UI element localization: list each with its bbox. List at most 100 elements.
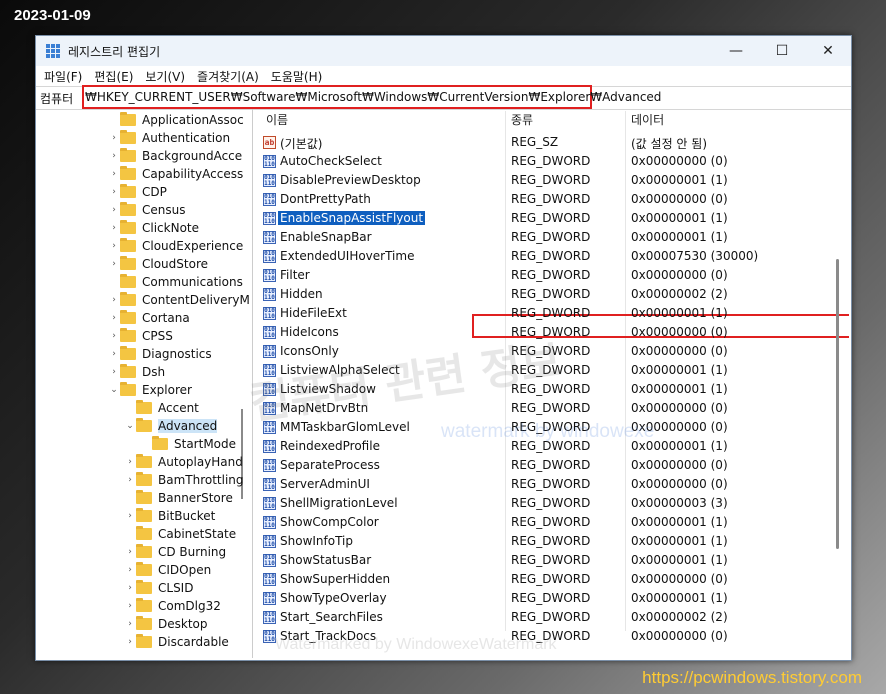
chevron-right-icon[interactable]: ›: [124, 565, 136, 575]
value-row[interactable]: 010 110 AutoCheckSelect REG_DWORD 0x0000000…: [258, 152, 849, 171]
value-type: REG_DWORD: [511, 496, 591, 510]
chevron-right-icon[interactable]: ›: [108, 259, 120, 269]
tree-item[interactable]: › AutoplayHand: [124, 453, 243, 471]
tree-item[interactable]: › CDP: [108, 183, 167, 201]
tree-item[interactable]: › CPSS: [108, 327, 173, 345]
chevron-right-icon[interactable]: ›: [108, 151, 120, 161]
value-name: ShellMigrationLevel: [280, 496, 398, 510]
binary-value-icon: 010 110: [263, 193, 276, 206]
tree-item[interactable]: › Desktop: [124, 615, 208, 633]
chevron-right-icon[interactable]: ›: [124, 475, 136, 485]
value-row[interactable]: 010 110 ShowTypeOverlay REG_DWORD 0x0000000…: [258, 589, 849, 608]
chevron-down-icon[interactable]: ⌄: [124, 421, 136, 431]
binary-value-icon: 010 110: [263, 174, 276, 187]
value-row[interactable]: 010 110 ShellMigrationLevel REG_DWORD 0x000…: [258, 494, 849, 513]
chevron-right-icon[interactable]: ›: [124, 601, 136, 611]
chevron-right-icon[interactable]: ›: [124, 457, 136, 467]
tree-item-label: ContentDeliveryM: [142, 293, 250, 307]
value-row[interactable]: 010 110 ShowSuperHidden REG_DWORD 0x0000000…: [258, 570, 849, 589]
minimize-button[interactable]: —: [713, 36, 759, 66]
menu-edit[interactable]: 편집(E): [94, 68, 133, 85]
tree-item[interactable]: › CloudStore: [108, 255, 208, 273]
chevron-right-icon[interactable]: ›: [108, 241, 120, 251]
chevron-right-icon[interactable]: ›: [108, 169, 120, 179]
key-tree-pane[interactable]: ApplicationAssoc › Authentication › Backgrou…: [36, 109, 253, 658]
tree-item[interactable]: › ClickNote: [108, 219, 199, 237]
binary-value-icon: 010 110: [263, 288, 276, 301]
tree-item[interactable]: › Census: [108, 201, 185, 219]
tree-item[interactable]: Communications: [108, 273, 243, 291]
tree-item[interactable]: › BitBucket: [124, 507, 215, 525]
column-header-type[interactable]: 종류: [511, 109, 533, 129]
tree-item[interactable]: ⌄ Explorer: [108, 381, 192, 399]
tree-item[interactable]: › CLSID: [124, 579, 193, 597]
chevron-right-icon[interactable]: ›: [108, 295, 120, 305]
value-row[interactable]: 010 110 Hidden REG_DWORD 0x00000002 (2): [258, 285, 849, 304]
tree-item[interactable]: › BackgroundAcce: [108, 147, 242, 165]
tree-item[interactable]: › CIDOpen: [124, 561, 211, 579]
folder-icon: [136, 508, 152, 522]
tree-item[interactable]: BannerStore: [124, 489, 233, 507]
column-header-data[interactable]: 데이터: [631, 109, 664, 129]
value-row[interactable]: 010 110 ExtendedUIHoverTime REG_DWORD 0x000…: [258, 247, 849, 266]
tree-item[interactable]: › CapabilityAccess: [108, 165, 243, 183]
menu-help[interactable]: 도움말(H): [271, 68, 323, 85]
value-row[interactable]: 010 110 DisablePreviewDesktop REG_DWORD 0x0…: [258, 171, 849, 190]
tree-item[interactable]: StartMode: [140, 435, 236, 453]
value-row[interactable]: 010 110 ShowCompColor REG_DWORD 0x00000001 …: [258, 513, 849, 532]
tree-item[interactable]: CabinetState: [124, 525, 236, 543]
value-row[interactable]: 010 110 EnableSnapBar REG_DWORD 0x00000001 …: [258, 228, 849, 247]
value-row[interactable]: 010 110 DontPrettyPath REG_DWORD 0x00000000…: [258, 190, 849, 209]
chevron-right-icon[interactable]: ›: [124, 637, 136, 647]
tree-item[interactable]: › CD Burning: [124, 543, 226, 561]
tree-item[interactable]: › Dsh: [108, 363, 165, 381]
menu-view[interactable]: 보기(V): [145, 68, 185, 85]
value-row[interactable]: 010 110 ServerAdminUI REG_DWORD 0x00000000 …: [258, 475, 849, 494]
column-header-name[interactable]: 이름: [266, 109, 288, 129]
registry-editor-icon: [46, 44, 60, 58]
chevron-right-icon[interactable]: ›: [108, 205, 120, 215]
maximize-button[interactable]: ☐: [759, 36, 805, 66]
chevron-right-icon[interactable]: ›: [124, 619, 136, 629]
chevron-right-icon[interactable]: ›: [124, 583, 136, 593]
value-row[interactable]: 010 110 SeparateProcess REG_DWORD 0x0000000…: [258, 456, 849, 475]
tree-item[interactable]: › CloudExperience: [108, 237, 243, 255]
value-row[interactable]: ab (기본값) REG_SZ (값 설정 안 됨): [258, 133, 849, 152]
chevron-right-icon[interactable]: ›: [108, 349, 120, 359]
menu-favorites[interactable]: 즐겨찾기(A): [197, 68, 259, 85]
tree-item[interactable]: › ContentDeliveryM: [108, 291, 250, 309]
value-data: 0x00000001 (1): [631, 534, 728, 548]
chevron-right-icon[interactable]: ›: [124, 547, 136, 557]
tree-item[interactable]: › ComDlg32: [124, 597, 221, 615]
tree-item[interactable]: › BamThrottling: [124, 471, 244, 489]
tree-item[interactable]: ⌄ Advanced: [124, 417, 218, 435]
chevron-right-icon[interactable]: ›: [108, 367, 120, 377]
chevron-right-icon[interactable]: ›: [108, 331, 120, 341]
close-button[interactable]: ✕: [805, 36, 851, 66]
value-row[interactable]: 010 110 Start_SearchFiles REG_DWORD 0x00000…: [258, 608, 849, 627]
address-path[interactable]: ₩HKEY_CURRENT_USER₩Software₩Microsoft₩Wi…: [82, 85, 661, 109]
value-row[interactable]: 010 110 Filter REG_DWORD 0x00000000 (0): [258, 266, 849, 285]
chevron-right-icon[interactable]: ›: [108, 133, 120, 143]
value-name: SeparateProcess: [280, 458, 380, 472]
binary-value-icon: 010 110: [263, 611, 276, 624]
tree-item[interactable]: › Cortana: [108, 309, 190, 327]
tree-item[interactable]: Accent: [124, 399, 199, 417]
chevron-right-icon[interactable]: ›: [108, 313, 120, 323]
tree-item[interactable]: ApplicationAssoc: [108, 111, 244, 129]
value-row[interactable]: 010 110 ShowStatusBar REG_DWORD 0x00000001 …: [258, 551, 849, 570]
value-row[interactable]: 010 110 ShowInfoTip REG_DWORD 0x00000001 (1…: [258, 532, 849, 551]
chevron-right-icon[interactable]: ›: [108, 187, 120, 197]
chevron-down-icon[interactable]: ⌄: [108, 385, 120, 395]
chevron-right-icon[interactable]: ›: [124, 511, 136, 521]
binary-value-icon: 010 110: [263, 497, 276, 510]
tree-item[interactable]: › Discardable: [124, 633, 229, 651]
tree-item[interactable]: › Authentication: [108, 129, 230, 147]
binary-value-icon: 010 110: [263, 269, 276, 282]
address-bar[interactable]: 컴퓨터 ₩HKEY_CURRENT_USER₩Software₩Microsof…: [36, 85, 851, 110]
tree-item[interactable]: › Diagnostics: [108, 345, 212, 363]
value-row[interactable]: 010 110 HideFileExt REG_DWORD 0x00000001 (1…: [258, 304, 849, 323]
menu-file[interactable]: 파일(F): [44, 68, 82, 85]
value-row[interactable]: 010 110 EnableSnapAssistFlyout REG_DWORD 0x…: [258, 209, 849, 228]
chevron-right-icon[interactable]: ›: [108, 223, 120, 233]
